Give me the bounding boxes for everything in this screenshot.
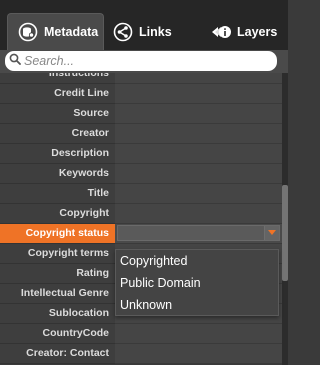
tab-layers[interactable]: Layers — [204, 13, 288, 50]
field-row: Description — [0, 144, 282, 164]
field-label: Creator: Contact — [0, 344, 115, 364]
tab-links[interactable]: Links — [108, 13, 194, 50]
field-row: CountryCode — [0, 324, 282, 344]
scrollbar-thumb[interactable] — [282, 185, 288, 281]
metadata-list: Instructions Credit Line Source Creator … — [0, 73, 282, 365]
field-label: Instructions — [0, 73, 115, 84]
field-row: Creator: Contact — [0, 344, 282, 364]
field-row: Keywords — [0, 164, 282, 184]
share-icon — [112, 21, 134, 43]
field-value[interactable] — [115, 73, 282, 84]
field-label: Copyright terms — [0, 244, 115, 264]
search-box[interactable] — [5, 51, 277, 71]
copyright-status-select[interactable] — [117, 225, 280, 241]
tab-bar: Metadata Links Layers — [0, 0, 288, 50]
search-input[interactable] — [24, 54, 264, 68]
field-row: Source — [0, 104, 282, 124]
field-label: CountryCode — [0, 324, 115, 344]
field-row: Creator — [0, 124, 282, 144]
field-value[interactable] — [115, 204, 282, 224]
field-value[interactable] — [115, 124, 282, 144]
metadata-icon — [17, 21, 39, 43]
search-bar — [0, 50, 288, 73]
field-row: Credit Line — [0, 84, 282, 104]
tab-metadata[interactable]: Metadata — [7, 13, 104, 50]
copyright-status-menu: Copyrighted Public Domain Unknown — [115, 249, 279, 316]
tab-label: Metadata — [44, 25, 99, 39]
field-label: Intellectual Genre — [0, 284, 115, 304]
field-label: Copyright status — [0, 224, 115, 244]
field-value[interactable] — [115, 144, 282, 164]
option-public-domain[interactable]: Public Domain — [116, 272, 278, 294]
field-row-copyright-status: Copyright status — [0, 224, 282, 244]
field-label: Keywords — [0, 164, 115, 184]
field-label: Description — [0, 144, 115, 164]
field-label: Copyright — [0, 204, 115, 224]
tab-label: Links — [139, 24, 172, 39]
field-value[interactable] — [115, 84, 282, 104]
field-label: Rating — [0, 264, 115, 284]
field-value[interactable] — [115, 104, 282, 124]
field-row: Copyright — [0, 204, 282, 224]
field-label: Title — [0, 184, 115, 204]
field-label: Source — [0, 104, 115, 124]
layers-icon — [210, 21, 232, 43]
field-value[interactable] — [115, 164, 282, 184]
field-label: Credit Line — [0, 84, 115, 104]
field-row: Instructions — [0, 73, 282, 84]
tab-label: Layers — [237, 24, 278, 39]
search-icon — [9, 52, 21, 70]
option-copyrighted[interactable]: Copyrighted — [116, 250, 278, 272]
field-row: Title — [0, 184, 282, 204]
field-label: Creator — [0, 124, 115, 144]
dropdown-arrow-icon[interactable] — [264, 226, 279, 240]
field-value[interactable] — [115, 184, 282, 204]
field-value[interactable] — [115, 324, 282, 344]
field-value[interactable] — [115, 344, 282, 364]
option-unknown[interactable]: Unknown — [116, 294, 278, 316]
field-label: Sublocation — [0, 304, 115, 324]
field-value — [115, 224, 282, 244]
